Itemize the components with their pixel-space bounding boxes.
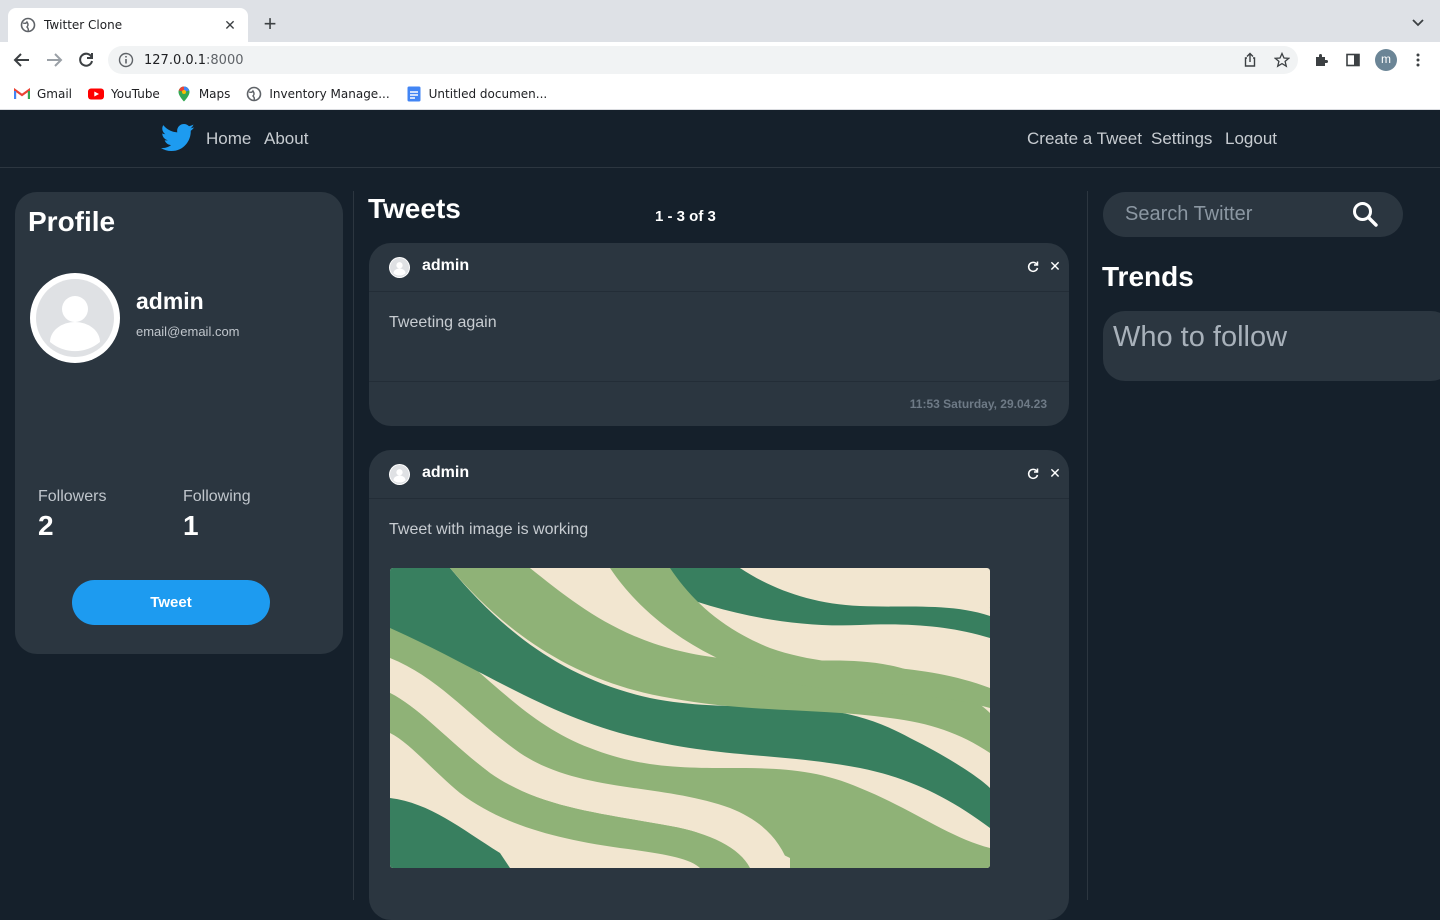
bookmark-star-icon[interactable] [1273, 51, 1291, 68]
tweet-image-wavy-pattern[interactable] [390, 568, 990, 868]
tweet-author-avatar[interactable] [389, 464, 410, 485]
tab-search-chevron-icon[interactable] [1410, 14, 1426, 30]
tweet-author[interactable]: admin [422, 464, 469, 482]
bookmarks-bar: Gmail YouTube Maps Inventory Manage... U… [0, 78, 1440, 110]
share-icon[interactable] [1242, 52, 1258, 68]
profile-heading: Profile [28, 206, 116, 237]
extensions-icon[interactable] [1313, 52, 1329, 68]
twitter-clone-page: Home About Create a Tweet Settings Logou… [0, 111, 1440, 920]
bookmark-inventory[interactable]: Inventory Manage... [246, 86, 390, 102]
youtube-icon [88, 86, 105, 102]
tab-title: Twitter Clone [44, 18, 123, 32]
nav-home-link[interactable]: Home [206, 129, 251, 149]
side-panel-icon[interactable] [1345, 52, 1361, 68]
docs-icon [406, 86, 422, 102]
twitter-bird-logo-icon[interactable] [160, 123, 195, 153]
forward-arrow-icon[interactable] [44, 50, 64, 70]
nav-logout-link[interactable]: Logout [1225, 129, 1277, 149]
gmail-icon [14, 86, 30, 102]
trends-heading: Trends [1102, 261, 1194, 292]
site-info-icon[interactable] [118, 52, 134, 68]
pagination-info: 1 - 3 of 3 [655, 208, 716, 225]
browser-tabstrip: Twitter Clone ✕ + [0, 0, 1440, 42]
tweet-footer: 11:53 Saturday, 29.04.23 [369, 381, 1069, 426]
delete-close-icon[interactable]: ✕ [1048, 466, 1062, 480]
tweet-text: Tweeting again [389, 314, 497, 331]
profile-avatar[interactable] [30, 273, 120, 363]
tweet-text: Tweet with image is working [389, 521, 589, 538]
tweets-heading: Tweets [368, 193, 461, 224]
tweet-card: admin ✕ Tweeting again 11:53 Saturday, 2… [369, 243, 1069, 426]
reload-icon[interactable] [76, 50, 96, 70]
nav-about-link[interactable]: About [264, 129, 308, 149]
default-avatar-icon [36, 279, 114, 357]
edit-refresh-icon[interactable] [1026, 467, 1040, 481]
address-bar[interactable]: 127.0.0.1:8000 [108, 46, 1298, 74]
followers-count[interactable]: 2 [38, 510, 54, 542]
tweet-card: admin ✕ Tweet with image is working [369, 450, 1069, 920]
tweet-header: admin ✕ [369, 450, 1069, 499]
browser-profile-avatar[interactable]: m [1375, 49, 1397, 71]
back-arrow-icon[interactable] [12, 50, 32, 70]
profile-username: admin [136, 288, 204, 314]
bookmark-youtube[interactable]: YouTube [88, 86, 160, 102]
edit-refresh-icon[interactable] [1026, 260, 1040, 274]
maps-icon [176, 86, 192, 102]
following-count[interactable]: 1 [183, 510, 199, 542]
followers-label[interactable]: Followers [38, 488, 106, 506]
delete-close-icon[interactable]: ✕ [1048, 259, 1062, 273]
globe-icon [246, 86, 262, 102]
tweet-button[interactable]: Tweet [72, 580, 270, 625]
search-box [1103, 192, 1403, 237]
tweet-header: admin ✕ [369, 243, 1069, 292]
nav-settings-link[interactable]: Settings [1151, 129, 1212, 149]
bookmark-untitled-doc[interactable]: Untitled documen... [406, 86, 547, 102]
tweet-timestamp: 11:53 Saturday, 29.04.23 [909, 397, 1047, 411]
globe-icon [20, 17, 36, 33]
tweet-author[interactable]: admin [422, 257, 469, 275]
url-text: 127.0.0.1:8000 [144, 52, 244, 68]
browser-tab[interactable]: Twitter Clone ✕ [8, 8, 248, 42]
right-column-divider [1087, 191, 1088, 900]
bookmark-maps[interactable]: Maps [176, 86, 230, 102]
new-tab-button[interactable]: + [258, 13, 282, 37]
search-input[interactable] [1125, 202, 1345, 226]
browser-toolbar: 127.0.0.1:8000 m [0, 42, 1440, 78]
following-label[interactable]: Following [183, 488, 251, 506]
tweet-author-avatar[interactable] [389, 257, 410, 278]
bookmark-gmail[interactable]: Gmail [14, 86, 72, 102]
who-to-follow-card: Who to follow [1103, 311, 1440, 381]
search-icon[interactable] [1352, 201, 1378, 227]
profile-email: email@email.com [136, 324, 240, 339]
tab-close-icon[interactable]: ✕ [222, 17, 238, 33]
who-to-follow-heading: Who to follow [1113, 321, 1288, 353]
profile-card: Profile admin email@email.com Followers … [15, 192, 343, 654]
nav-create-tweet-link[interactable]: Create a Tweet [1027, 129, 1142, 149]
site-navbar: Home About Create a Tweet Settings Logou… [0, 111, 1440, 168]
left-column-divider [353, 191, 354, 900]
browser-menu-icon[interactable] [1410, 52, 1426, 68]
